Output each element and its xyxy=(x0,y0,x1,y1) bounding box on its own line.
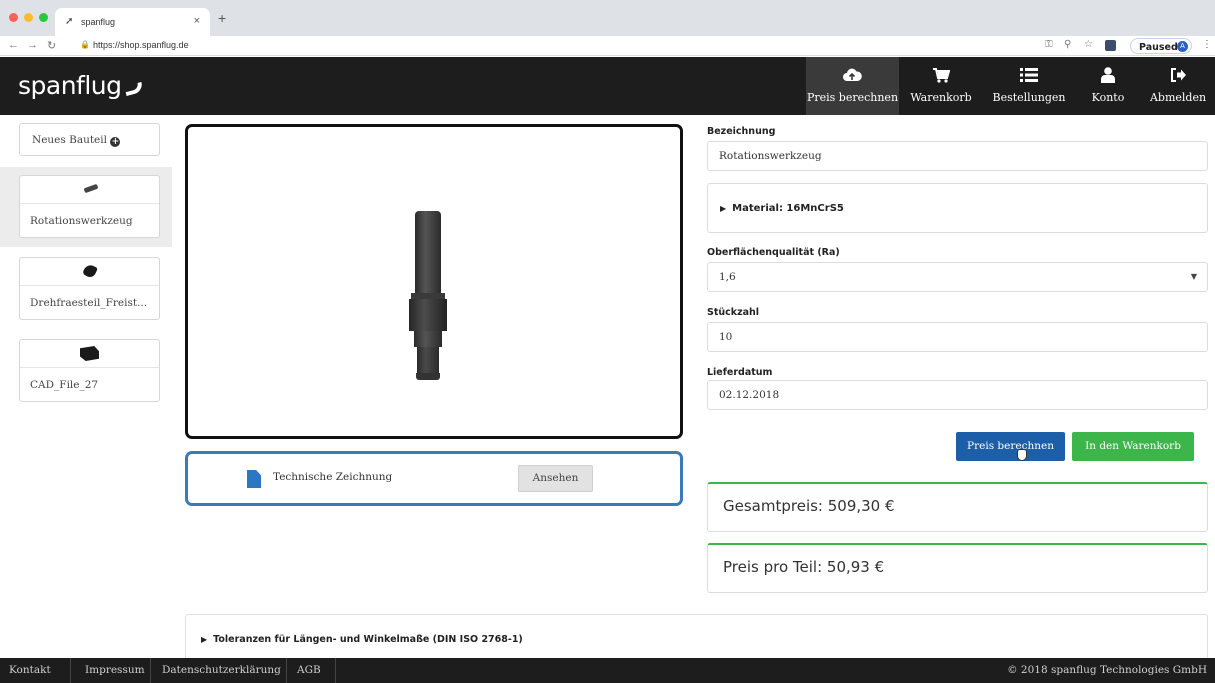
unit-price-box: Preis pro Teil: 50,93 € xyxy=(707,543,1208,593)
sign-out-icon xyxy=(1171,68,1186,82)
nav-preis-berechnen[interactable]: Preis berechnen xyxy=(806,57,899,115)
footer-link-datenschutz[interactable]: Datenschutzerklärung xyxy=(162,664,281,676)
part-card[interactable]: CAD_File_27 xyxy=(19,339,160,402)
turned-part-thumbnail-icon xyxy=(82,263,98,279)
tolerances-label: Toleranzen für Längen- und Winkelmaße (D… xyxy=(213,634,523,645)
part-name: Rotationswerkzeug xyxy=(30,215,133,227)
nav-konto[interactable]: Konto xyxy=(1075,57,1141,115)
lock-icon: 🔒 xyxy=(80,40,90,49)
unit-price: Preis pro Teil: 50,93 € xyxy=(723,558,885,576)
quantity-label: Stückzahl xyxy=(707,307,760,318)
footer: Kontakt Impressum Datenschutzerklärung A… xyxy=(0,658,1215,683)
caret-right-icon: ▶ xyxy=(720,204,727,213)
view-drawing-button[interactable]: Ansehen xyxy=(518,465,593,492)
footer-link-agb[interactable]: AGB xyxy=(297,664,321,676)
technical-drawing-label: Technische Zeichnung xyxy=(273,471,393,483)
browser-tab-bar: ➚ spanflug × + xyxy=(0,0,1215,36)
nav-warenkorb[interactable]: Warenkorb xyxy=(899,57,983,115)
add-to-cart-button[interactable]: In den Warenkorb xyxy=(1072,432,1194,461)
tolerances-toggle: ▶ Toleranzen für Längen- und Winkelmaße (… xyxy=(201,634,523,645)
part-name: Drehfraesteil_Freist... xyxy=(30,297,148,309)
logo[interactable]: spanflug xyxy=(18,66,148,106)
delivery-date-input[interactable]: 02.12.2018 xyxy=(707,380,1208,410)
logo-text: spanflug xyxy=(18,71,122,100)
name-input[interactable]: Rotationswerkzeug xyxy=(707,141,1208,171)
cart-icon xyxy=(933,68,950,83)
footer-divider xyxy=(150,658,151,683)
footer-link-impressum[interactable]: Impressum xyxy=(85,664,145,676)
rotary-tool-model xyxy=(407,211,461,381)
window-minimize-dot[interactable] xyxy=(24,13,33,22)
technical-drawing-box: Technische Zeichnung Ansehen xyxy=(185,451,683,506)
hand-cursor-icon xyxy=(1017,449,1027,461)
surface-quality-value: 1,6 xyxy=(719,271,736,283)
total-price: Gesamtpreis: 509,30 € xyxy=(723,497,895,515)
quantity-input[interactable]: 10 xyxy=(707,322,1208,352)
cloud-upload-icon xyxy=(843,68,862,81)
profile-status: Paused xyxy=(1139,42,1178,53)
browser-menu-icon[interactable]: ⋮ xyxy=(1202,39,1212,50)
url-field[interactable]: https://shop.spanflug.de xyxy=(93,40,189,50)
profile-button[interactable]: Paused A xyxy=(1130,38,1192,54)
model-viewer[interactable] xyxy=(185,124,683,439)
back-icon[interactable]: ← xyxy=(8,39,19,51)
zoom-icon[interactable]: ⚲ xyxy=(1064,39,1071,50)
nav-abmelden[interactable]: Abmelden xyxy=(1141,57,1215,115)
document-icon xyxy=(247,470,261,488)
nav-label: Bestellungen xyxy=(992,91,1066,104)
address-bar: ← → ↻ 🔒 https://shop.spanflug.de ⚿ ⚲ ☆ P… xyxy=(0,36,1215,56)
new-tab-button[interactable]: + xyxy=(218,11,226,25)
delivery-date-label: Lieferdatum xyxy=(707,367,773,378)
key-icon[interactable]: ⚿ xyxy=(1045,39,1053,50)
tab-close-icon[interactable]: × xyxy=(194,15,200,27)
material-toggle: ▶ Material: 16MnCrS5 xyxy=(720,203,844,214)
extension-icon[interactable] xyxy=(1105,40,1116,51)
calculate-price-button[interactable]: Preis berechnen xyxy=(956,432,1065,461)
total-price-box: Gesamtpreis: 509,30 € xyxy=(707,482,1208,532)
browser-tab[interactable]: ➚ spanflug × xyxy=(55,8,210,36)
nav-bestellungen[interactable]: Bestellungen xyxy=(983,57,1075,115)
new-part-label: Neues Bauteil xyxy=(32,134,107,146)
footer-link-kontakt[interactable]: Kontakt xyxy=(9,664,51,676)
name-label: Bezeichnung xyxy=(707,126,776,137)
surface-quality-label: Oberflächenqualität (Ra) xyxy=(707,247,840,258)
caret-right-icon: ▶ xyxy=(201,635,208,644)
logo-swoosh-icon xyxy=(123,81,144,97)
nav-label: Abmelden xyxy=(1149,91,1207,104)
favicon-icon: ➚ xyxy=(65,16,74,27)
user-icon xyxy=(1101,67,1115,83)
surface-quality-select[interactable]: 1,6 ▼ xyxy=(707,262,1208,292)
new-part-button[interactable]: Neues Bauteil + xyxy=(19,123,160,156)
copyright: © 2018 spanflug Technologies GmbH xyxy=(1007,664,1207,676)
nav-label: Preis berechnen xyxy=(806,91,899,104)
reload-icon[interactable]: ↻ xyxy=(47,39,56,52)
nav-label: Konto xyxy=(1091,91,1125,104)
footer-divider xyxy=(70,658,71,683)
cad-block-thumbnail-icon xyxy=(80,346,99,361)
avatar: A xyxy=(1177,41,1188,52)
part-thumbnail xyxy=(20,258,159,286)
part-name: CAD_File_27 xyxy=(30,379,99,391)
chevron-down-icon: ▼ xyxy=(1190,272,1197,281)
list-icon xyxy=(1020,68,1038,82)
window-zoom-dot[interactable] xyxy=(39,13,48,22)
app-header: spanflug Preis berechnen Warenkorb Beste… xyxy=(0,57,1215,115)
material-label: Material: 16MnCrS5 xyxy=(732,203,844,214)
window-close-dot[interactable] xyxy=(9,13,18,22)
material-accordion[interactable]: ▶ Material: 16MnCrS5 xyxy=(707,183,1208,233)
part-card[interactable]: Rotationswerkzeug xyxy=(19,175,160,238)
bookmark-star-icon[interactable]: ☆ xyxy=(1084,39,1093,50)
tab-title: spanflug xyxy=(81,17,116,27)
tolerances-accordion[interactable]: ▶ Toleranzen für Längen- und Winkelmaße (… xyxy=(185,614,1208,664)
part-thumbnail xyxy=(20,340,159,368)
part-card[interactable]: Drehfraesteil_Freist... xyxy=(19,257,160,320)
footer-divider xyxy=(286,658,287,683)
nav-label: Warenkorb xyxy=(910,91,972,104)
forward-icon[interactable]: → xyxy=(27,39,38,51)
part-thumbnail xyxy=(20,176,159,204)
plus-circle-icon: + xyxy=(110,137,121,147)
footer-divider xyxy=(335,658,336,683)
rotary-tool-thumbnail-icon xyxy=(83,183,99,194)
